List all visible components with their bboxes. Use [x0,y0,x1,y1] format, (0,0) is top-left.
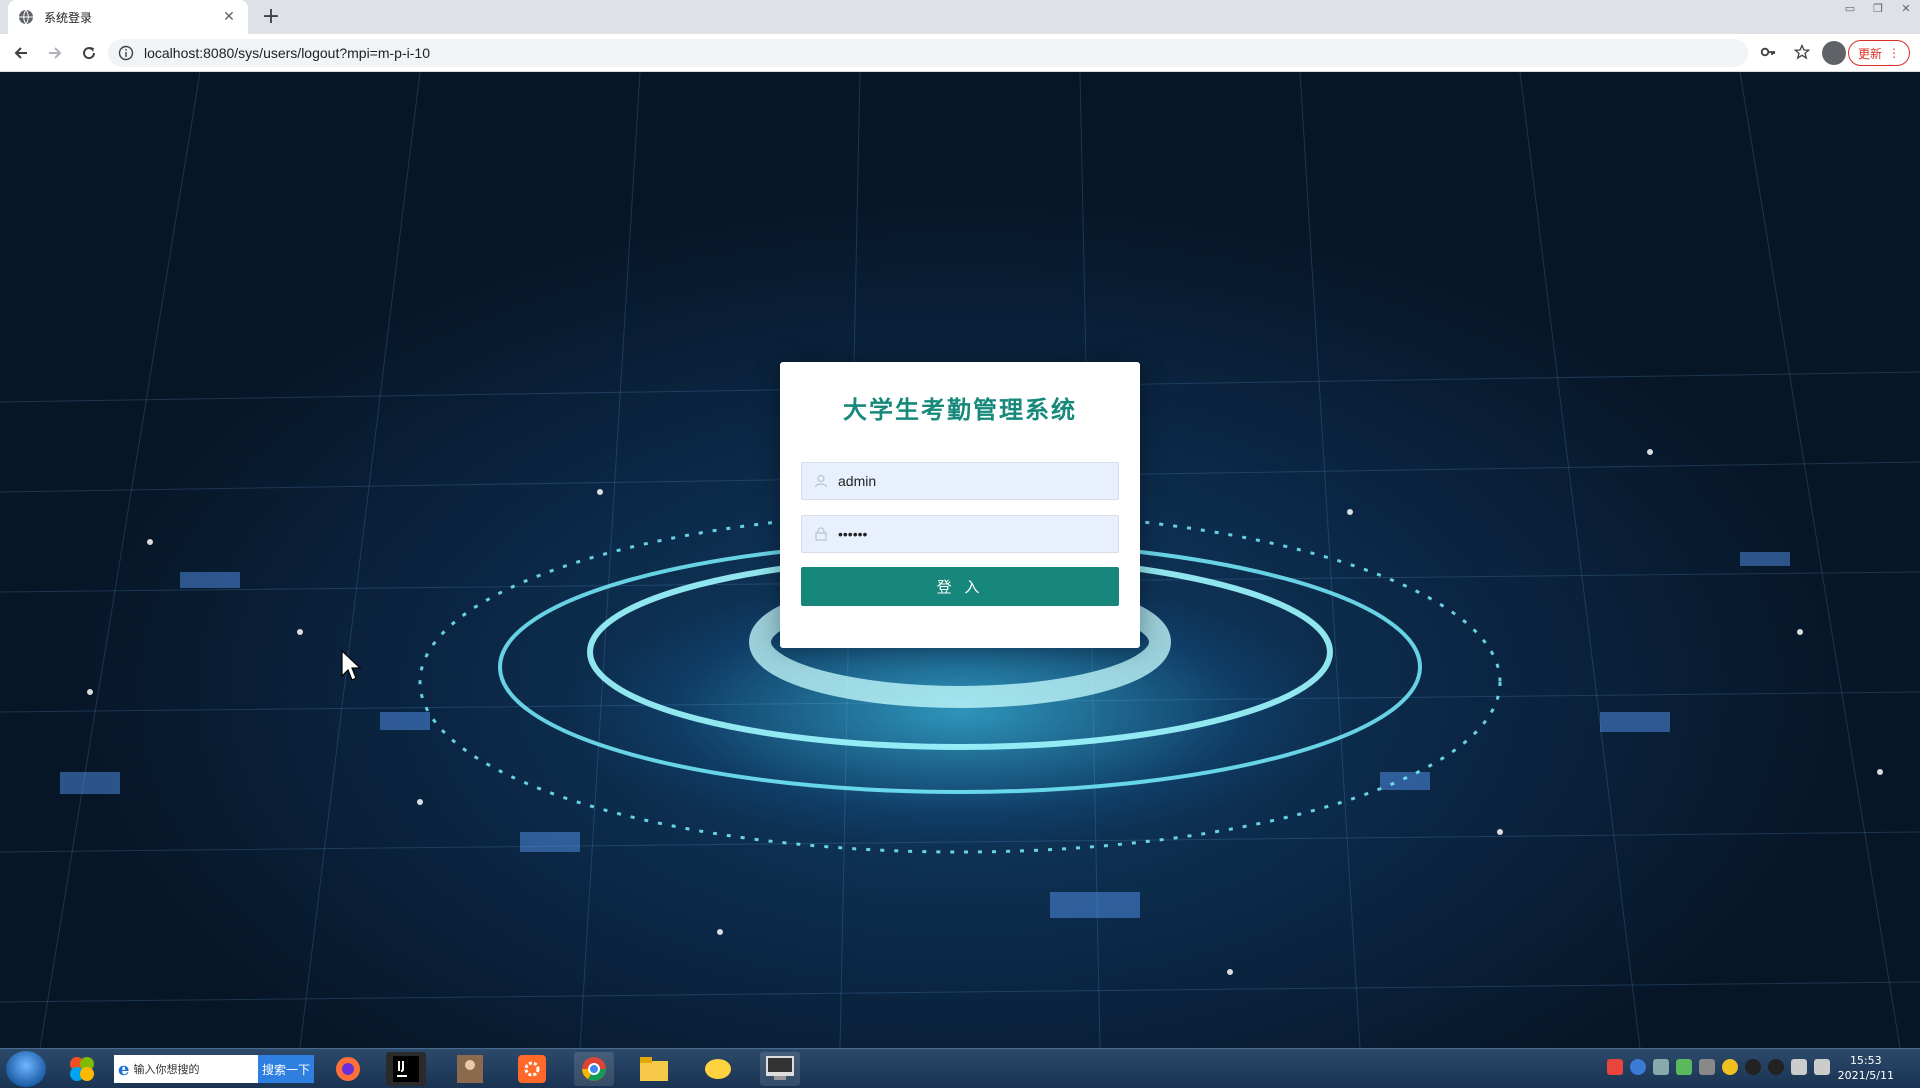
password-field[interactable] [801,515,1119,553]
forward-button[interactable] [38,36,72,70]
reload-icon [83,46,96,59]
os-taskbar: e 输入你想搜的 搜索一下 15:53 2021/5/11 [0,1048,1920,1088]
reload-button[interactable] [72,36,106,70]
username-input[interactable] [838,473,1108,489]
back-arrow-icon [14,46,27,59]
url-text: localhost:8080/sys/users/logout?mpi=m-p-… [144,45,430,61]
address-bar[interactable]: localhost:8080/sys/users/logout?mpi=m-p-… [108,39,1748,67]
more-menu-icon: ⋮ [1888,46,1900,60]
clock-date: 2021/5/11 [1837,1069,1894,1082]
globe-icon [19,9,33,25]
firefox-icon[interactable] [328,1052,368,1086]
file-explorer-icon[interactable] [634,1052,674,1086]
window-controls: ▭ ❐ ✕ [1836,0,1920,20]
clock-time: 15:53 [1849,1054,1882,1067]
network-icon[interactable] [1653,1059,1669,1075]
windows-logo-icon [70,1057,94,1081]
tray-expand-icon[interactable] [1699,1059,1715,1075]
volume-icon[interactable] [1791,1059,1807,1075]
minimize-icon[interactable]: ▭ [1836,0,1864,18]
key-icon[interactable] [1760,44,1776,60]
info-icon[interactable] [118,45,134,61]
start-button[interactable] [6,1051,46,1087]
qq-icon-2[interactable] [1768,1059,1784,1075]
browser-toolbar: localhost:8080/sys/users/logout?mpi=m-p-… [0,34,1920,72]
ie-icon: e [118,1058,130,1080]
lock-icon [815,527,827,541]
browser-tab[interactable]: 系统登录 ✕ [8,0,248,34]
back-button[interactable] [4,36,38,70]
battery-icon[interactable] [1676,1059,1692,1075]
search-placeholder: 输入你想搜的 [133,1063,200,1076]
qq-icon[interactable] [1745,1059,1761,1075]
app-icon-1[interactable] [62,1052,102,1086]
tab-title: 系统登录 [44,10,93,25]
update-label: 更新 [1857,46,1882,61]
taskbar-search-box[interactable]: e 输入你想搜的 [114,1055,258,1083]
system-tray [1607,1059,1830,1075]
chrome-icon[interactable] [574,1052,614,1086]
tab-strip: 系统登录 ✕ + ▭ ❐ ✕ [0,0,1920,34]
password-input[interactable] [838,526,1108,542]
terminal-app-icon[interactable] [760,1052,800,1086]
settings-app-icon[interactable] [512,1052,552,1086]
system-title: 大学生考勤管理系统 [843,396,1077,424]
login-button[interactable]: 登 入 [801,567,1119,606]
photo-app-icon[interactable] [450,1052,490,1086]
taskbar-search-button[interactable]: 搜索一下 [258,1055,314,1083]
taskbar-clock[interactable]: 15:53 2021/5/11 [1838,1053,1894,1083]
window-close-icon[interactable]: ✕ [1892,0,1920,18]
new-tab-button[interactable]: + [258,4,284,30]
security-app-icon[interactable] [1722,1059,1738,1075]
mouse-cursor-icon [341,650,362,681]
login-page: 大学生考勤管理系统 登 入 [0,72,1920,1048]
tab-close-icon[interactable]: ✕ [220,9,238,25]
user-icon [814,474,828,488]
folder-app-icon[interactable] [698,1052,738,1086]
update-button[interactable]: 更新 ⋮ [1848,40,1910,66]
sogou-input-icon[interactable] [1607,1059,1623,1075]
forward-arrow-icon [49,46,62,59]
restore-icon[interactable]: ❐ [1864,0,1892,18]
help-icon[interactable] [1630,1059,1646,1075]
username-field[interactable] [801,462,1119,500]
bookmark-star-icon[interactable] [1794,44,1810,60]
profile-avatar-icon[interactable] [1822,41,1846,65]
display-icon[interactable] [1814,1059,1830,1075]
address-bar-actions [1760,44,1810,60]
login-card: 大学生考勤管理系统 登 入 [780,362,1140,648]
intellij-icon[interactable] [386,1052,426,1086]
